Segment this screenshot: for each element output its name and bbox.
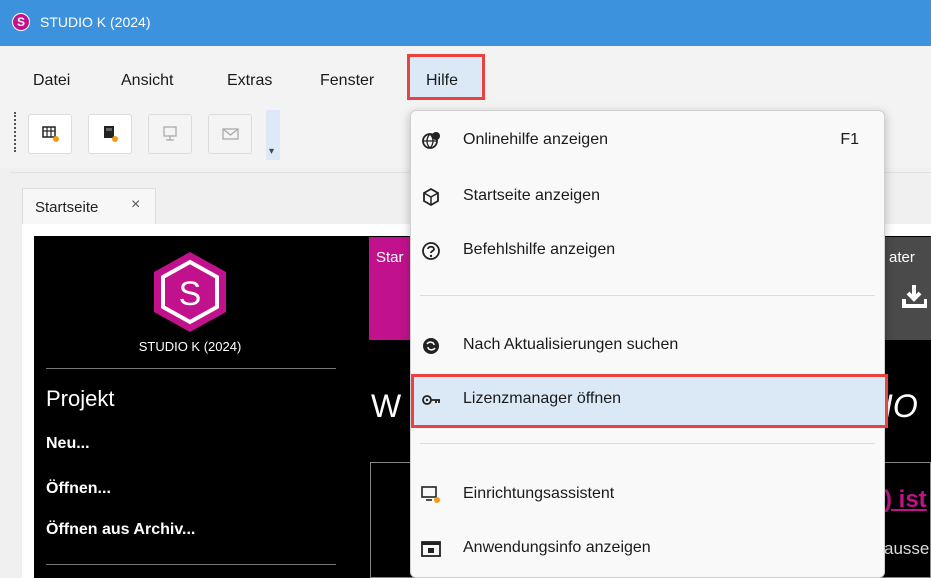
menu-item-label: Lizenzmanager öffnen xyxy=(463,390,622,407)
menu-item-einrichtungsassistent[interactable]: Einrichtungsassistent xyxy=(411,475,883,515)
question-circle-icon xyxy=(422,242,440,260)
presentation-button[interactable] xyxy=(148,114,192,154)
window-title: STUDIO K (2024) xyxy=(40,14,151,30)
menu-item-label: Nach Aktualisierungen suchen xyxy=(463,336,679,353)
tab-startseite[interactable]: Startseite × xyxy=(22,188,156,224)
menu-ansicht[interactable]: Ansicht xyxy=(121,72,173,90)
welcome-heading-fragment: W xyxy=(371,388,402,424)
menu-datei[interactable]: Datei xyxy=(33,72,70,90)
table-new-icon xyxy=(42,126,59,142)
download-panel[interactable]: ater xyxy=(883,237,931,340)
studio-k-logo-icon: S xyxy=(154,252,226,332)
info-link-fragment[interactable]: ) ist xyxy=(884,486,927,514)
link-neu[interactable]: Neu... xyxy=(46,435,90,453)
menu-item-label: Einrichtungsassistent xyxy=(463,485,615,502)
envelope-icon xyxy=(222,128,239,140)
app-logo-icon: S xyxy=(12,13,30,31)
divider xyxy=(46,564,336,565)
menu-extras[interactable]: Extras xyxy=(227,72,272,90)
link-oeffnen[interactable]: Öffnen... xyxy=(46,480,111,498)
menu-item-label: Anwendungsinfo anzeigen xyxy=(463,539,651,556)
welcome-heading-fragment-right: IO xyxy=(884,388,918,424)
presentation-icon xyxy=(163,126,177,141)
menu-item-shortcut: F1 xyxy=(840,131,859,148)
banner-text: Star xyxy=(376,249,404,266)
info-window-icon xyxy=(421,541,441,557)
menu-item-befehlshilfe[interactable]: Befehlshilfe anzeigen xyxy=(411,231,883,271)
cabinet-new-icon xyxy=(104,126,118,142)
logo-text: STUDIO K (2024) xyxy=(138,339,242,354)
menu-item-onlinehilfe[interactable]: Onlinehilfe anzeigen F1 xyxy=(411,121,883,161)
globe-help-icon xyxy=(422,132,440,149)
menu-item-label: Onlinehilfe anzeigen xyxy=(463,131,608,148)
menu-item-label: Befehlshilfe anzeigen xyxy=(463,241,616,258)
toolbar-overflow-button[interactable]: ▾ xyxy=(266,110,280,160)
menu-separator xyxy=(420,443,875,444)
link-oeffnen-archiv[interactable]: Öffnen aus Archiv... xyxy=(46,521,195,539)
chevron-down-icon: ▾ xyxy=(269,146,275,157)
download-icon xyxy=(902,285,927,308)
mail-button[interactable] xyxy=(208,114,252,154)
setup-wizard-icon xyxy=(421,486,440,503)
tab-label: Startseite xyxy=(35,199,99,216)
toolbar-grip[interactable] xyxy=(14,112,18,152)
title-bar: S STUDIO K (2024) xyxy=(0,0,931,46)
menu-item-startseite[interactable]: Startseite anzeigen xyxy=(411,177,883,217)
menu-fenster[interactable]: Fenster xyxy=(320,72,374,90)
menu-item-anwendungsinfo[interactable]: Anwendungsinfo anzeigen xyxy=(411,529,883,569)
license-key-icon xyxy=(422,395,440,405)
new-project-button[interactable] xyxy=(88,114,132,154)
new-table-button[interactable] xyxy=(28,114,72,154)
menu-item-aktualisierungen[interactable]: Nach Aktualisierungen suchen xyxy=(411,326,883,366)
panel-text: ater xyxy=(889,249,915,266)
logo-letter: S xyxy=(179,275,202,313)
menu-separator xyxy=(420,295,875,296)
info-text-fragment: ausse xyxy=(884,539,930,558)
cube-icon xyxy=(423,187,439,207)
close-icon[interactable]: × xyxy=(131,196,140,214)
menu-hilfe[interactable]: Hilfe xyxy=(426,72,458,90)
section-title-projekt: Projekt xyxy=(46,386,115,411)
menu-item-lizenzmanager[interactable]: Lizenzmanager öffnen xyxy=(411,380,883,420)
divider xyxy=(46,368,336,369)
menu-item-label: Startseite anzeigen xyxy=(463,187,600,204)
globe-update-icon xyxy=(423,338,439,354)
